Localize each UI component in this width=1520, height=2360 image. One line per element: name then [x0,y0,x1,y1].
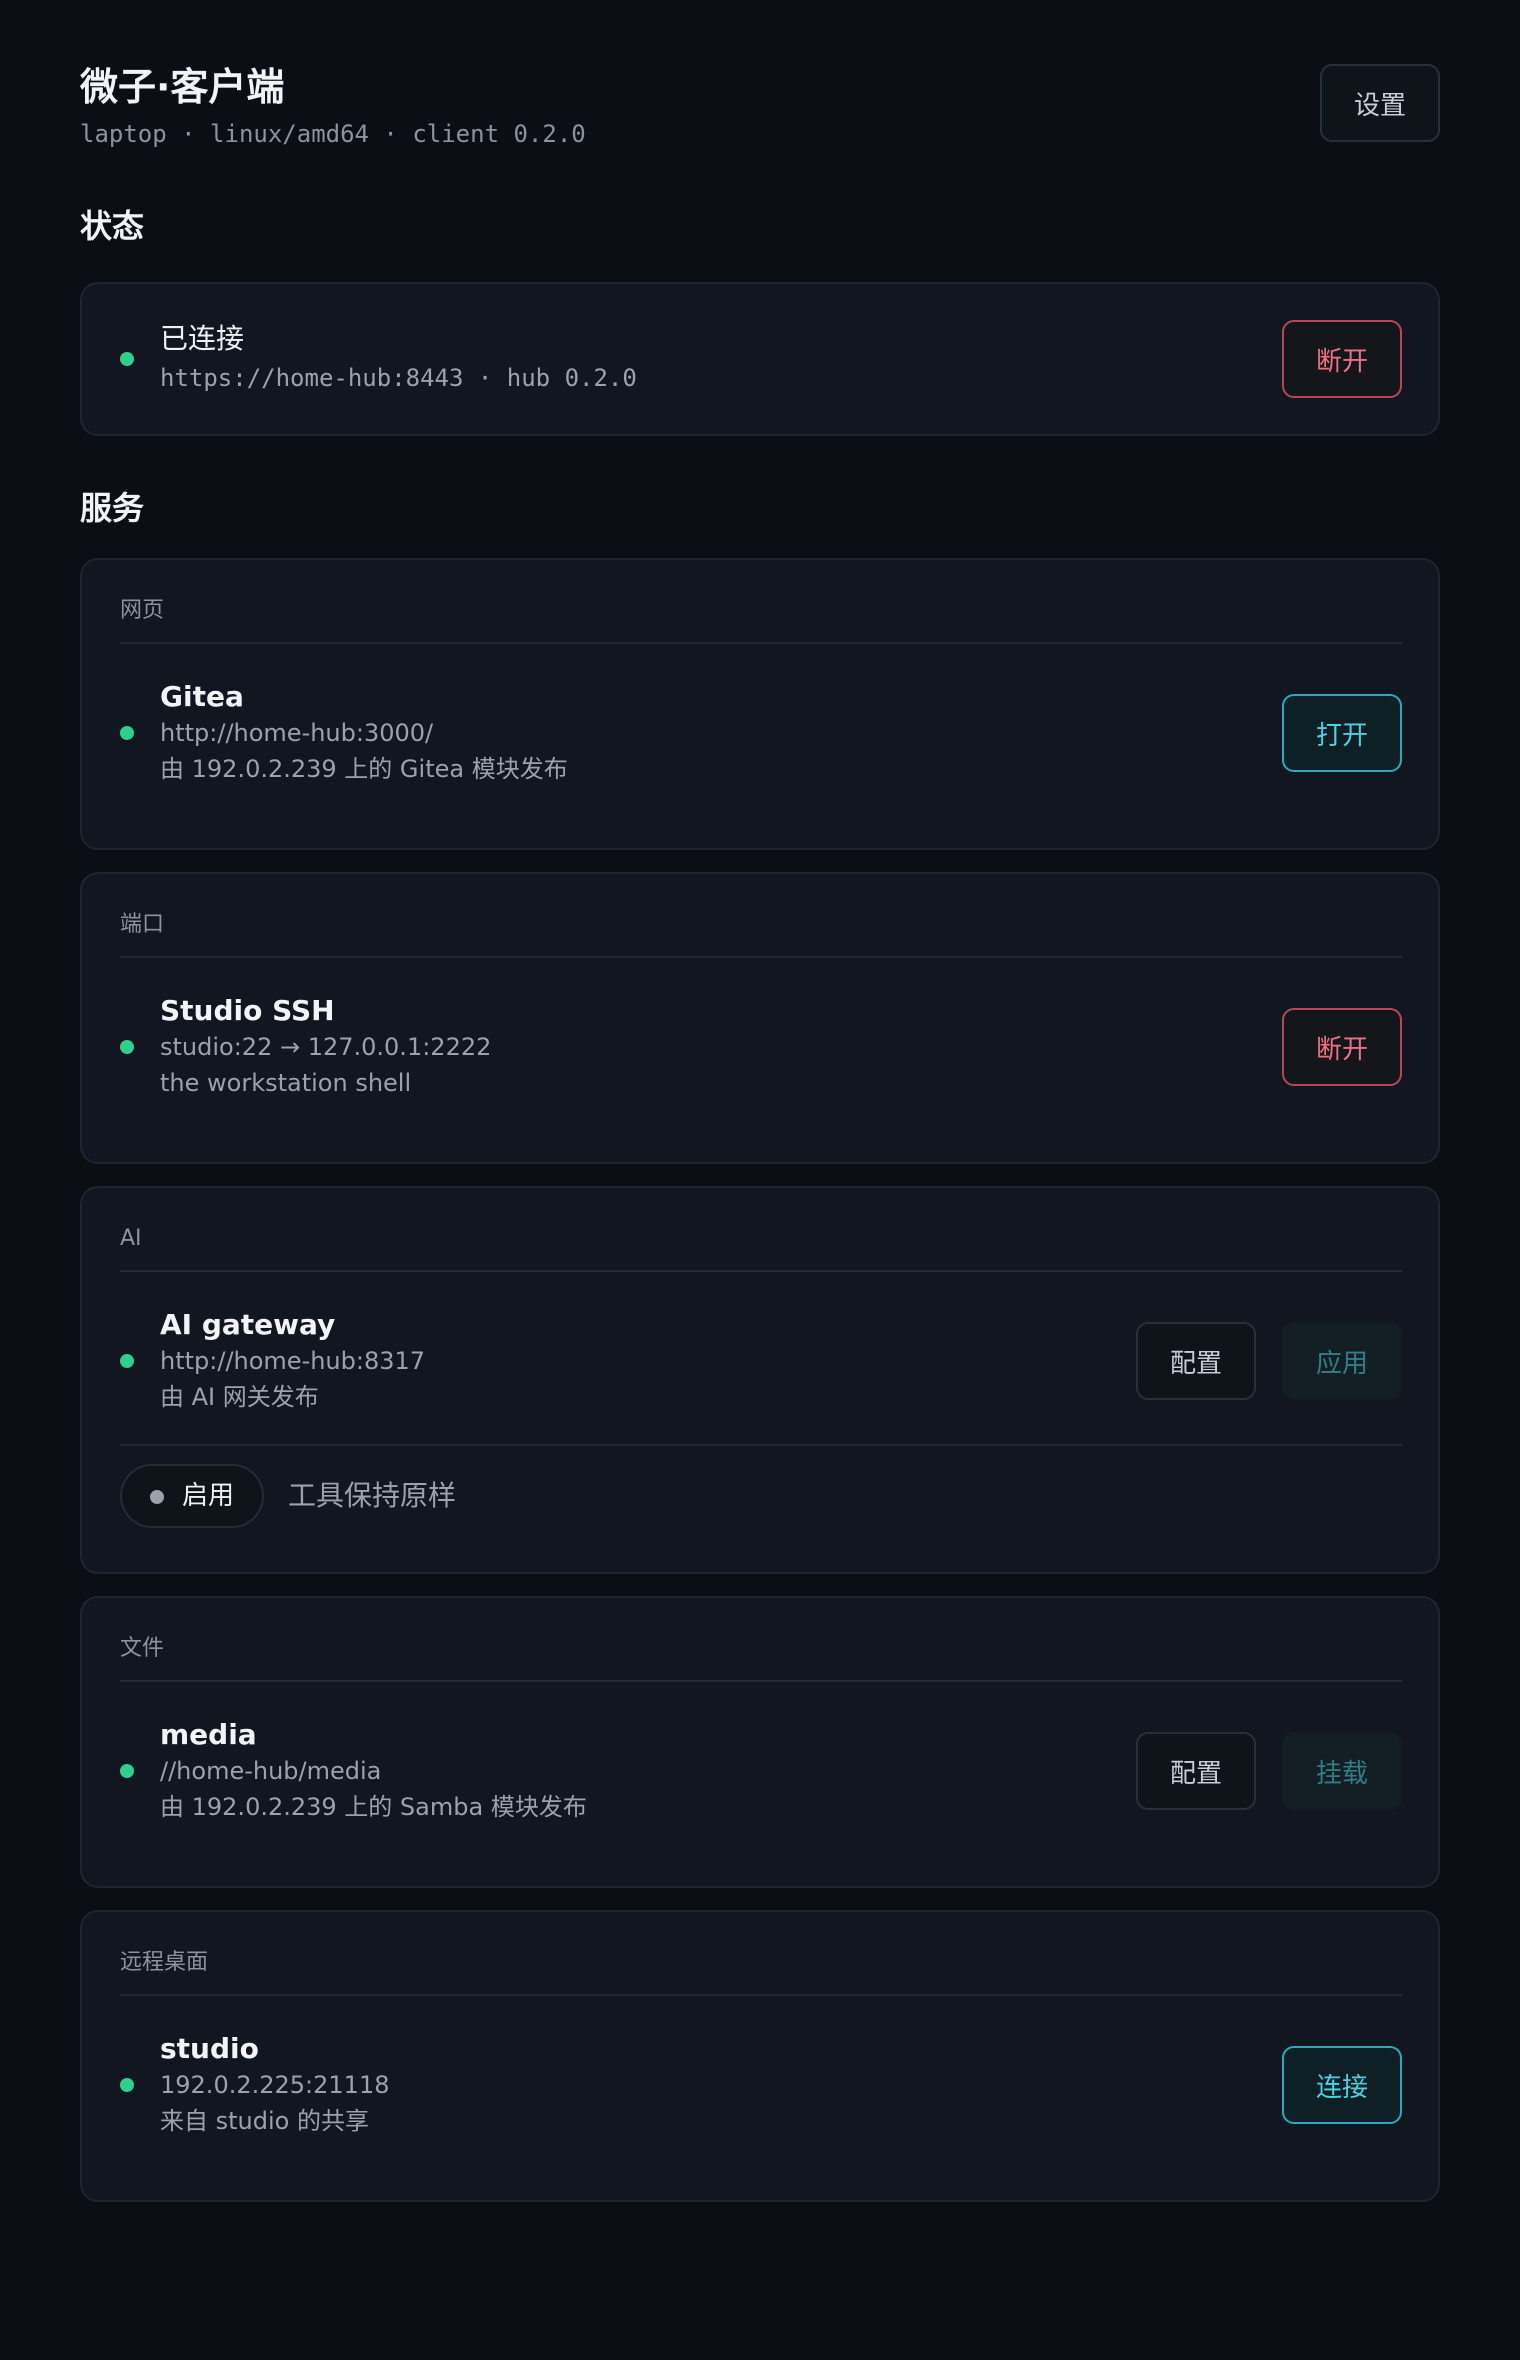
services-section-title: 服务 [80,489,145,527]
connection-state: 已连接 [160,322,245,355]
share-path: //home-hub/media [160,1757,382,1785]
divider [120,1680,1402,1682]
divider [120,1270,1402,1272]
service-name: Studio SSH [160,994,335,1027]
service-category-label: 文件 [120,1636,165,1661]
disconnect-port-button[interactable]: 断开 [1282,1008,1402,1086]
open-service-button[interactable]: 打开 [1282,694,1402,772]
divider [120,1444,1402,1446]
service-category-label: AI [120,1226,142,1251]
divider [120,642,1402,644]
service-status-indicator [120,1764,134,1778]
toggle-note: 工具保持原样 [288,1479,457,1512]
service-name: media [160,1718,257,1751]
connection-status-indicator [120,352,134,366]
connection-status-card: 已连接 https://home-hub:8443 · hub 0.2.0 断开 [80,282,1440,436]
service-card-port: 端口 Studio SSH studio:22 → 127.0.0.1:2222… [80,872,1440,1164]
configure-ai-button[interactable]: 配置 [1136,1322,1256,1400]
toggle-label: 启用 [182,1481,235,1511]
connect-remote-button[interactable]: 连接 [1282,2046,1402,2124]
divider [120,956,1402,958]
app-title: 微子·客户端 [80,65,285,109]
app-subtitle: laptop · linux/amd64 · client 0.2.0 [80,120,586,148]
service-name: AI gateway [160,1308,336,1341]
apply-ai-button[interactable]: 应用 [1282,1322,1402,1400]
service-url: http://home-hub:8317 [160,1347,426,1375]
service-description: 由 192.0.2.239 上的 Gitea 模块发布 [160,755,568,783]
enable-toggle[interactable]: 启用 [120,1464,264,1528]
service-status-indicator [120,1354,134,1368]
service-category-label: 远程桌面 [120,1950,209,1975]
status-section-title: 状态 [80,207,145,245]
service-category-label: 网页 [120,598,165,623]
service-name: studio [160,2032,259,2065]
client-page: 微子·客户端 laptop · linux/amd64 · client 0.2… [80,62,1440,2202]
hub-endpoint: https://home-hub:8443 · hub 0.2.0 [160,364,637,392]
mount-button[interactable]: 挂载 [1282,1732,1402,1810]
service-description: 由 AI 网关发布 [160,1383,319,1411]
settings-button[interactable]: 设置 [1320,64,1440,142]
divider [120,1994,1402,1996]
service-status-indicator [120,1040,134,1054]
remote-address: 192.0.2.225:21118 [160,2071,390,2099]
service-description: the workstation shell [160,1069,412,1097]
service-category-label: 端口 [120,912,165,937]
service-card-files: 文件 media //home-hub/media 由 192.0.2.239 … [80,1596,1440,1888]
toggle-off-indicator [150,1490,164,1504]
service-card-ai: AI AI gateway http://home-hub:8317 由 AI … [80,1186,1440,1574]
service-description: 由 192.0.2.239 上的 Samba 模块发布 [160,1793,587,1821]
app-header: 微子·客户端 laptop · linux/amd64 · client 0.2… [80,62,1440,162]
configure-files-button[interactable]: 配置 [1136,1732,1256,1810]
service-status-indicator [120,2078,134,2092]
service-card-remote-desktop: 远程桌面 studio 192.0.2.225:21118 来自 studio … [80,1910,1440,2202]
port-mapping: studio:22 → 127.0.0.1:2222 [160,1033,492,1061]
service-name: Gitea [160,680,244,713]
service-description: 来自 studio 的共享 [160,2107,369,2135]
service-url: http://home-hub:3000/ [160,719,434,747]
service-status-indicator [120,726,134,740]
disconnect-hub-button[interactable]: 断开 [1282,320,1402,398]
service-card-web: 网页 Gitea http://home-hub:3000/ 由 192.0.2… [80,558,1440,850]
